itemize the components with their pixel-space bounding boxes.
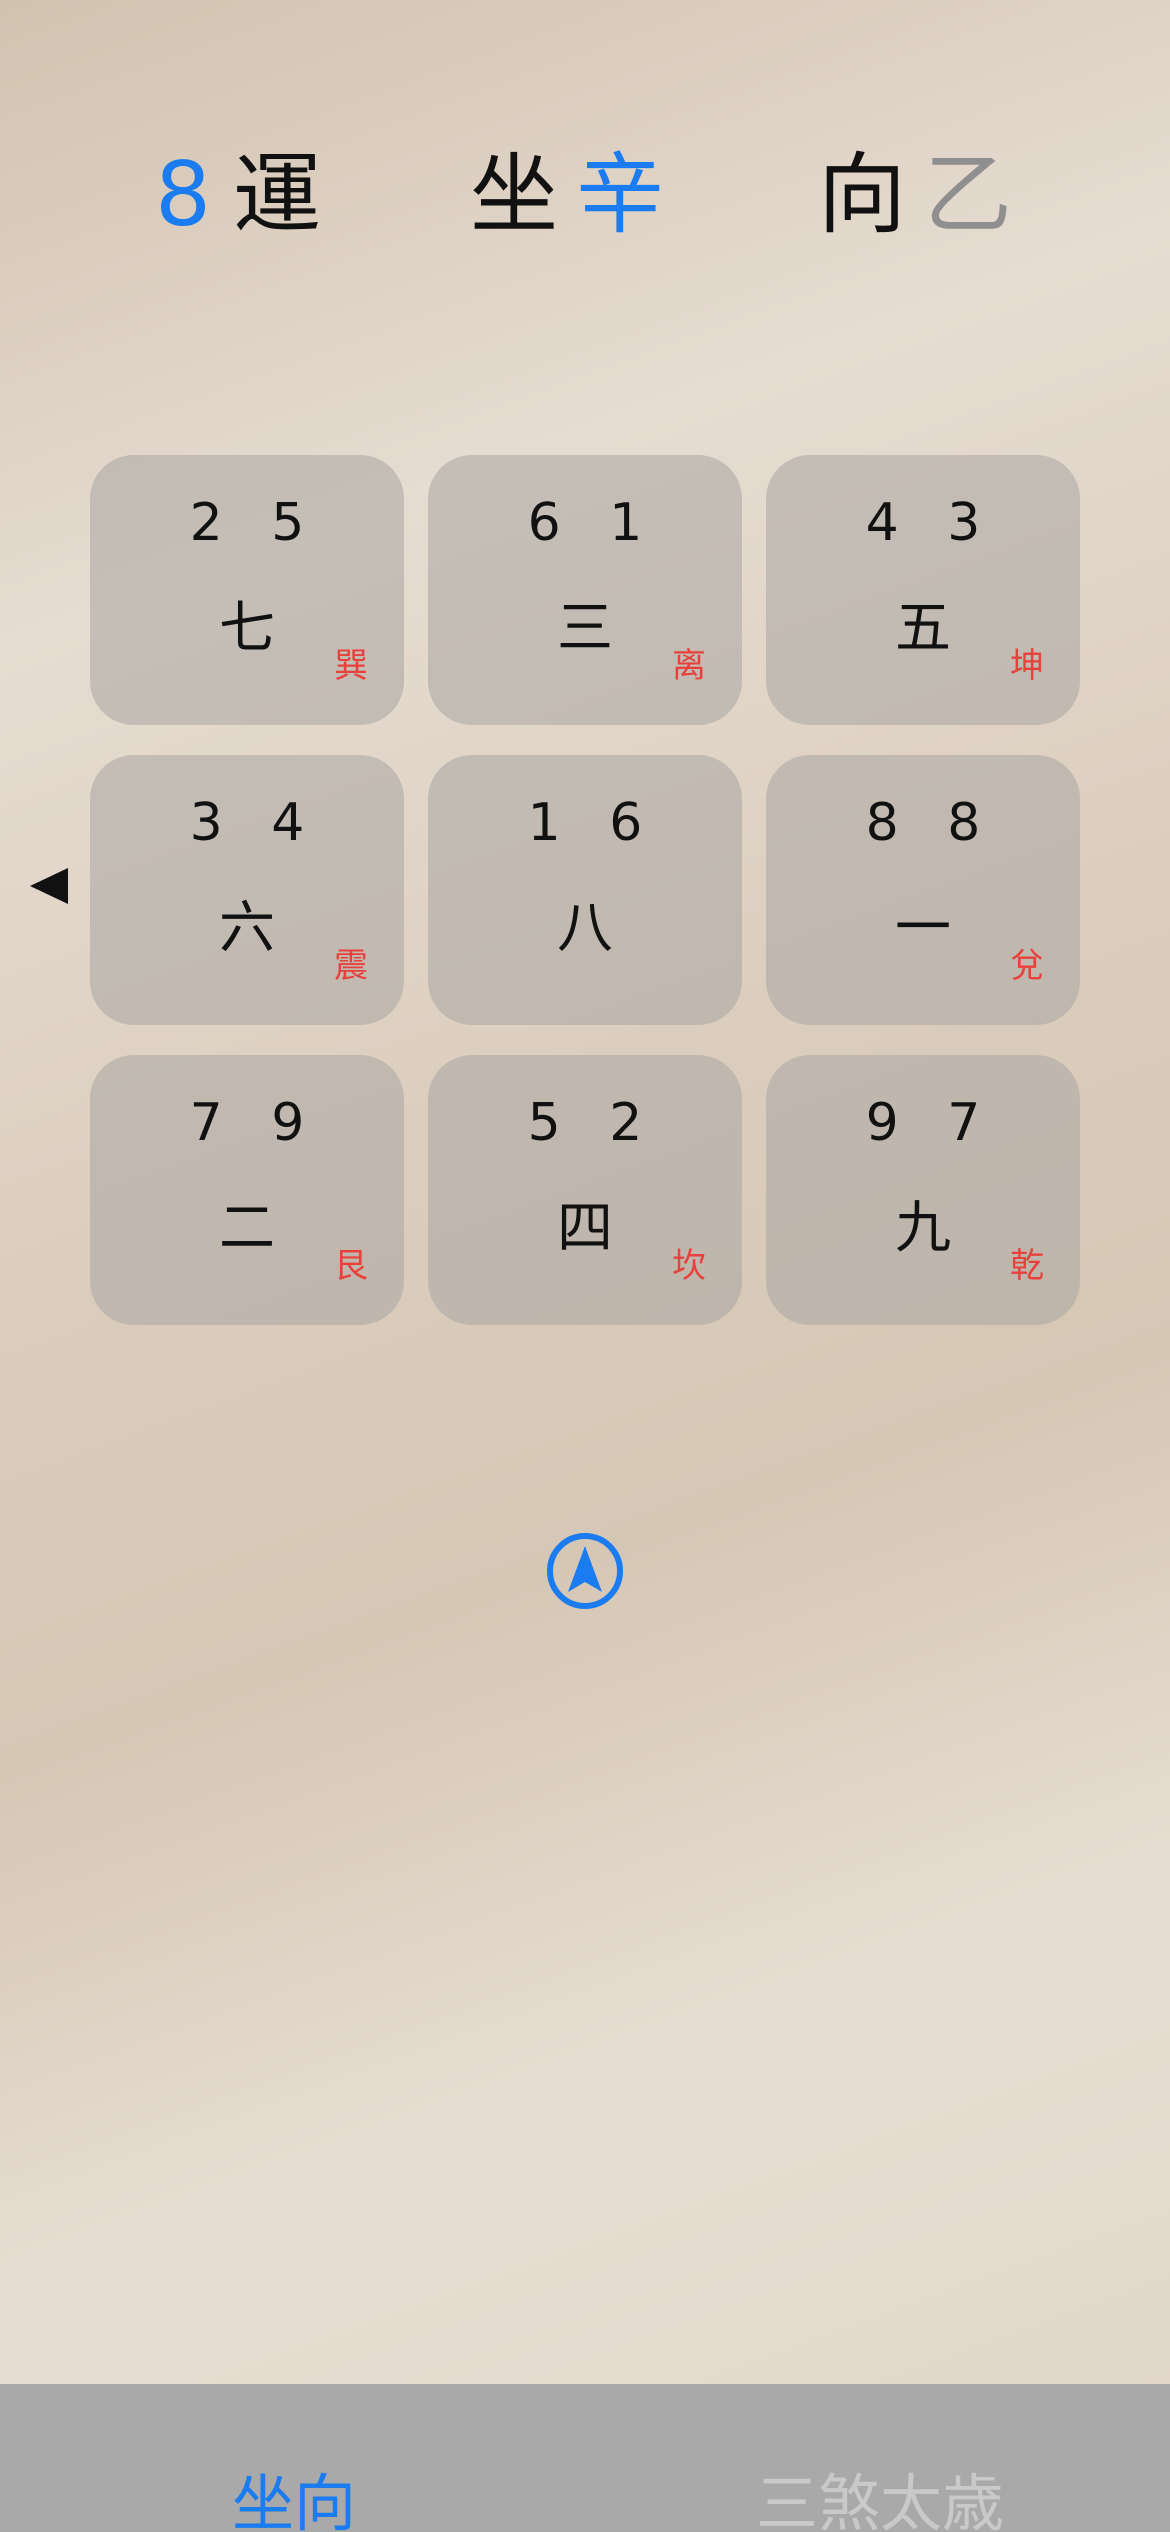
palace-cell-west[interactable]: 8 8 一 兌 — [766, 755, 1080, 1025]
cell-mountain-water-stars: 4 3 — [865, 493, 997, 553]
cell-trigram-label: 乾 — [1010, 1246, 1044, 1286]
cell-period-star: 八 — [557, 896, 613, 961]
palace-cell-center[interactable]: 1 6 八 — [428, 755, 742, 1025]
palace-cell-north[interactable]: 5 2 四 坎 — [428, 1055, 742, 1325]
sit-value: 辛 — [576, 143, 665, 246]
header-bar: 8運 坐辛 向乙 — [0, 140, 1170, 250]
cell-mountain-water-stars: 9 7 — [865, 1093, 997, 1153]
face-display[interactable]: 向乙 — [818, 140, 1012, 250]
cell-trigram-label: 兌 — [1010, 946, 1044, 986]
sit-label: 坐 — [470, 143, 559, 246]
face-value: 乙 — [924, 143, 1013, 246]
palace-cell-southeast[interactable]: 2 5 七 巽 — [90, 455, 404, 725]
cell-mountain-water-stars: 5 2 — [527, 1093, 659, 1153]
flying-star-grid: 2 5 七 巽 6 1 三 离 4 3 五 坤 3 4 六 震 1 6 八 8 … — [90, 455, 1080, 1325]
palace-cell-south[interactable]: 6 1 三 离 — [428, 455, 742, 725]
cell-mountain-water-stars: 1 6 — [527, 793, 659, 853]
cell-trigram-label: 坎 — [672, 1246, 706, 1286]
face-label: 向 — [818, 143, 907, 246]
cell-trigram-label: 震 — [334, 946, 368, 986]
period-number: 8 — [155, 143, 211, 246]
palace-cell-southwest[interactable]: 4 3 五 坤 — [766, 455, 1080, 725]
palace-cell-east[interactable]: 3 4 六 震 — [90, 755, 404, 1025]
cell-trigram-label: 离 — [672, 646, 706, 686]
cell-trigram-label: 巽 — [334, 646, 368, 686]
period-label: 運 — [233, 143, 322, 246]
cell-trigram-label: 坤 — [1010, 646, 1044, 686]
tab-three-killings-tai-sui[interactable]: 三煞太歳 — [756, 2464, 1004, 2532]
cell-trigram-label: 艮 — [334, 1246, 368, 1286]
palace-cell-northeast[interactable]: 7 9 二 艮 — [90, 1055, 404, 1325]
bottom-tab-bar: 坐向 三煞太歳 — [0, 2384, 1170, 2532]
cell-mountain-water-stars: 7 9 — [189, 1093, 321, 1153]
sit-display[interactable]: 坐辛 — [470, 140, 664, 250]
period-display[interactable]: 8運 — [155, 140, 321, 250]
cell-mountain-water-stars: 2 5 — [189, 493, 321, 553]
location-arrow-icon[interactable] — [546, 1532, 624, 1610]
cell-mountain-water-stars: 6 1 — [527, 493, 659, 553]
cell-mountain-water-stars: 8 8 — [865, 793, 997, 853]
tab-sitting-facing[interactable]: 坐向 — [232, 2464, 356, 2532]
palace-cell-northwest[interactable]: 9 7 九 乾 — [766, 1055, 1080, 1325]
cell-mountain-water-stars: 3 4 — [189, 793, 321, 853]
left-triangle-icon[interactable] — [30, 868, 68, 904]
